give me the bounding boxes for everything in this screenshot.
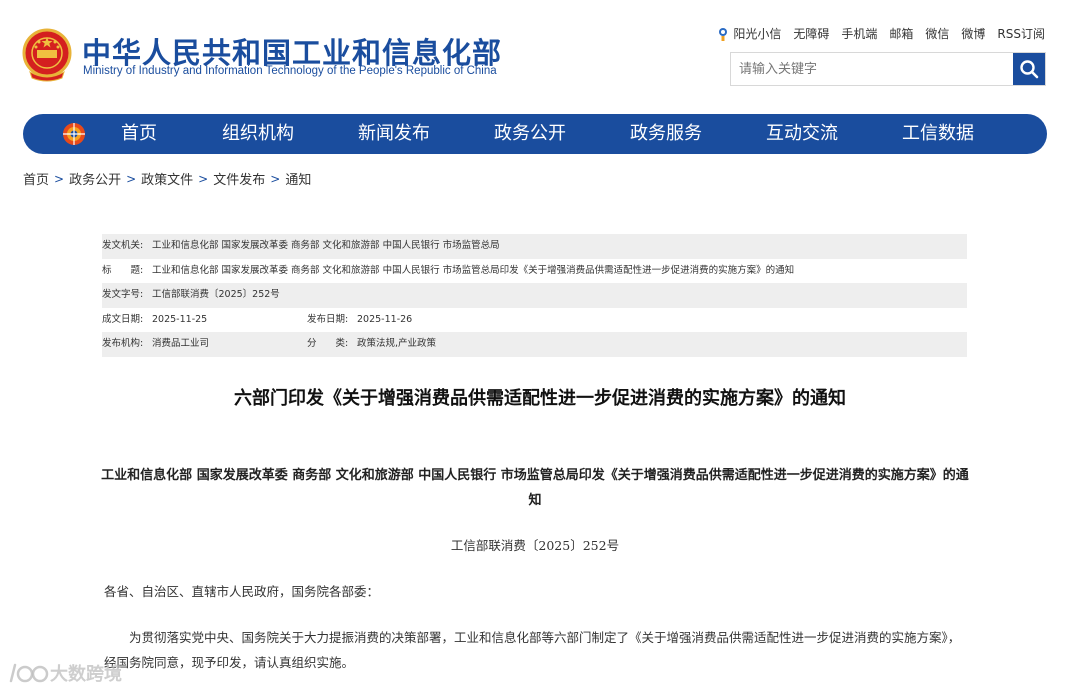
breadcrumb-separator-icon: > bbox=[270, 171, 281, 186]
breadcrumb-separator-icon: > bbox=[198, 171, 209, 186]
top-links: 阳光小信 无障碍 手机端 邮箱 微信 微博 RSS订阅 bbox=[716, 25, 1045, 42]
info-row-org: 发布机构: 消费品工业司 分 类: 政策法规,产业政策 bbox=[102, 332, 967, 357]
document-info-table: 发文机关: 工业和信息化部 国家发展改革委 商务部 文化和旅游部 中国人民银行 … bbox=[102, 234, 967, 357]
national-emblem-icon[interactable] bbox=[22, 28, 72, 82]
doc-number-label: 发文字号: bbox=[102, 289, 144, 300]
issuer-label: 发文机关: bbox=[102, 240, 144, 251]
site-subtitle: Ministry of Industry and Information Tec… bbox=[83, 65, 497, 77]
breadcrumb: 首页 > 政务公开 > 政策文件 > 文件发布 > 通知 bbox=[23, 169, 311, 189]
document-heading: 工业和信息化部 国家发展改革委 商务部 文化和旅游部 中国人民银行 市场监管总局… bbox=[101, 468, 969, 508]
org-value: 消费品工业司 bbox=[152, 338, 210, 349]
breadcrumb-document-release[interactable]: 文件发布 bbox=[213, 169, 265, 188]
breadcrumb-government-affairs[interactable]: 政务公开 bbox=[69, 169, 121, 188]
document-addressee: 各省、自治区、直辖市人民政府，国务院各部委： bbox=[104, 584, 380, 599]
info-row-issuer: 发文机关: 工业和信息化部 国家发展改革委 商务部 文化和旅游部 中国人民银行 … bbox=[102, 234, 967, 259]
breadcrumb-separator-icon: > bbox=[54, 171, 65, 186]
search-button[interactable] bbox=[1013, 53, 1045, 85]
top-link-wechat[interactable]: 微信 bbox=[925, 25, 949, 42]
nav-item-services[interactable]: 政务服务 bbox=[630, 114, 702, 154]
watermark-text: 大数跨境 bbox=[50, 664, 122, 685]
document-body-paragraph: 为贯彻落实党中央、国务院关于大力提振消费的决策部署，工业和信息化部等六部门制定了… bbox=[104, 630, 961, 670]
top-link-label: 阳光小信 bbox=[733, 27, 782, 41]
article-title: 六部门印发《关于增强消费品供需适配性进一步促进消费的实施方案》的通知 bbox=[234, 388, 846, 409]
org-label: 发布机构: bbox=[102, 338, 144, 349]
category-value: 政策法规,产业政策 bbox=[357, 338, 437, 349]
top-link-sunshine[interactable]: 阳光小信 bbox=[716, 25, 781, 42]
published-date-label: 发布日期: bbox=[307, 313, 349, 325]
breadcrumb-policy-documents[interactable]: 政策文件 bbox=[141, 169, 193, 188]
watermark-logo-icon bbox=[9, 663, 49, 683]
info-row-doc-number: 发文字号: 工信部联消费〔2025〕252号 bbox=[102, 283, 967, 308]
created-date-value: 2025-11-25 bbox=[152, 313, 208, 325]
created-date-label: 成文日期: bbox=[102, 313, 144, 325]
breadcrumb-notice[interactable]: 通知 bbox=[285, 169, 311, 188]
top-link-accessibility[interactable]: 无障碍 bbox=[793, 25, 829, 42]
issuer-value: 工业和信息化部 国家发展改革委 商务部 文化和旅游部 中国人民银行 市场监管总局 bbox=[152, 240, 500, 251]
main-nav: 首页 组织机构 新闻发布 政务公开 政务服务 互动交流 工信数据 bbox=[23, 114, 1047, 154]
site-header: 中华人民共和国工业和信息化部 Ministry of Industry and … bbox=[0, 0, 1080, 110]
top-link-mobile[interactable]: 手机端 bbox=[841, 25, 877, 42]
ministry-logo-icon[interactable] bbox=[61, 121, 87, 147]
info-row-title: 标 题: 工业和信息化部 国家发展改革委 商务部 文化和旅游部 中国人民银行 市… bbox=[102, 259, 967, 284]
mascot-icon bbox=[719, 27, 728, 41]
search-input[interactable] bbox=[731, 53, 1013, 85]
published-date-value: 2025-11-26 bbox=[357, 313, 413, 325]
nav-item-organization[interactable]: 组织机构 bbox=[222, 114, 294, 154]
breadcrumb-separator-icon: > bbox=[126, 171, 137, 186]
title-label: 标 题: bbox=[102, 264, 144, 276]
nav-item-government-affairs[interactable]: 政务公开 bbox=[494, 114, 566, 154]
search-box bbox=[730, 52, 1046, 86]
title-value: 工业和信息化部 国家发展改革委 商务部 文化和旅游部 中国人民银行 市场监管总局… bbox=[152, 264, 795, 276]
breadcrumb-home[interactable]: 首页 bbox=[23, 169, 49, 188]
nav-item-news[interactable]: 新闻发布 bbox=[358, 114, 430, 154]
top-link-rss[interactable]: RSS订阅 bbox=[997, 25, 1045, 42]
info-row-dates: 成文日期: 2025-11-25 发布日期: 2025-11-26 bbox=[102, 308, 967, 333]
nav-item-interaction[interactable]: 互动交流 bbox=[766, 114, 838, 154]
nav-item-home[interactable]: 首页 bbox=[121, 114, 157, 154]
doc-number-value: 工信部联消费〔2025〕252号 bbox=[152, 289, 280, 300]
search-icon bbox=[1020, 60, 1039, 79]
category-label: 分 类: bbox=[307, 338, 349, 349]
watermark: 大数跨境 bbox=[8, 660, 122, 686]
top-link-weibo[interactable]: 微博 bbox=[961, 25, 985, 42]
document-number: 工信部联消费〔2025〕252号 bbox=[450, 538, 620, 553]
top-link-mail[interactable]: 邮箱 bbox=[889, 25, 913, 42]
nav-item-data[interactable]: 工信数据 bbox=[902, 114, 974, 154]
